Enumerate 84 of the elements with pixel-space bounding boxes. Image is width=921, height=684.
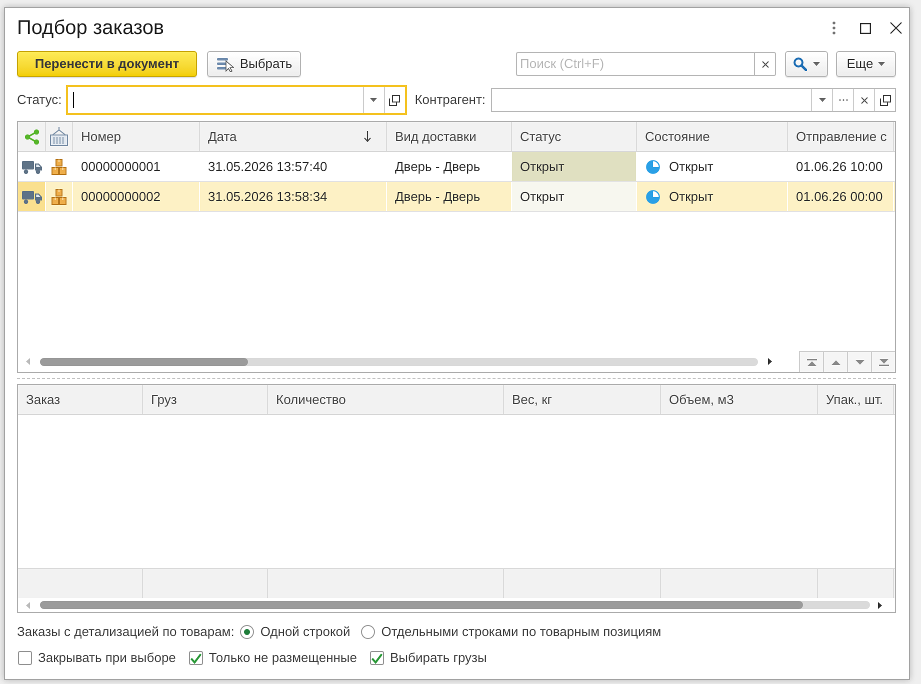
table-cell: Открыт xyxy=(512,152,637,181)
open-window-icon xyxy=(880,94,890,106)
more-button[interactable]: Еще xyxy=(836,51,896,77)
scroll-left-icon[interactable] xyxy=(26,602,30,608)
column-header[interactable]: Вес, кг xyxy=(504,385,661,414)
search-field[interactable]: Поиск (Ctrl+F) xyxy=(516,52,754,76)
column-header[interactable]: Дата xyxy=(200,122,387,151)
table-cell: 00000000001 xyxy=(73,152,200,181)
to-top-icon xyxy=(806,358,816,366)
clear-icon xyxy=(860,96,868,104)
column-header[interactable]: Заказ xyxy=(18,385,143,414)
clear-search-button[interactable] xyxy=(754,52,776,76)
table-row[interactable]: 00000000001 31.05.2026 13:57:40 Дверь - Дверь Открыт Открыт 01.06.26 10:00 xyxy=(18,152,895,182)
scroll-right-icon[interactable] xyxy=(878,602,882,608)
status-field[interactable] xyxy=(66,85,407,115)
caret-down-icon xyxy=(878,62,886,66)
table-cell: 00000000002 xyxy=(73,182,200,211)
share-icon[interactable] xyxy=(24,128,40,144)
scroll-bottom-button[interactable] xyxy=(871,351,895,372)
transfer-to-document-button[interactable]: Перенести в документ xyxy=(17,51,197,77)
scroll-right-icon[interactable] xyxy=(768,358,772,365)
checkbox[interactable] xyxy=(188,651,203,665)
column-header[interactable]: Упак., шт. xyxy=(818,385,894,414)
table-cell-text: Открыт xyxy=(669,188,714,206)
boxes-icon xyxy=(51,188,67,204)
scrollbar-track[interactable] xyxy=(40,358,758,366)
down-icon xyxy=(854,360,864,364)
checkbox-label[interactable]: Выбирать грузы xyxy=(390,648,487,668)
pie-chart-icon xyxy=(646,190,660,204)
list-pointer-icon xyxy=(216,56,234,72)
checkbox-label[interactable]: Закрывать при выборе xyxy=(38,648,176,668)
text-cursor xyxy=(72,92,74,108)
caret-down-icon xyxy=(370,98,378,102)
table-cell: 31.05.2026 13:57:40 xyxy=(200,152,387,181)
up-icon xyxy=(830,360,840,364)
radio-label[interactable]: Одной строкой xyxy=(260,622,350,642)
radio-button[interactable] xyxy=(361,625,376,639)
checkmark-icon xyxy=(371,652,383,664)
hanging-crate-icon[interactable] xyxy=(49,127,69,146)
caret-down-icon xyxy=(818,98,826,102)
select-button[interactable]: Выбрать xyxy=(207,51,301,77)
scroll-down-button[interactable] xyxy=(847,351,871,372)
column-header[interactable]: Номер xyxy=(73,122,200,151)
window-title: Подбор заказов xyxy=(17,16,164,40)
scroll-left-icon[interactable] xyxy=(26,358,30,365)
checkbox-label[interactable]: Только не размещенные xyxy=(208,648,357,668)
radio-label[interactable]: Отдельными строками по товарным позициям xyxy=(381,622,662,642)
to-bottom-icon xyxy=(878,358,888,366)
field-label: Контрагент: xyxy=(414,91,486,110)
column-header[interactable]: Объем, м3 xyxy=(661,385,818,414)
table-cell-text: Открыт xyxy=(669,158,714,176)
column-header[interactable]: Отправление с xyxy=(788,122,894,151)
scroll-top-button[interactable] xyxy=(799,351,823,372)
table-cell: 01.06.26 00:00 xyxy=(788,182,894,211)
radio-button[interactable] xyxy=(240,625,254,639)
column-header[interactable]: Состояние xyxy=(637,122,788,151)
options-label: Заказы с детализацией по товарам: xyxy=(17,623,234,642)
more-options-icon[interactable] xyxy=(832,21,836,35)
search-button[interactable] xyxy=(785,51,828,77)
counterparty-field[interactable] xyxy=(490,88,896,112)
clear-icon xyxy=(762,60,768,68)
table-cell: 31.05.2026 13:58:34 xyxy=(200,182,387,211)
open-window-icon xyxy=(389,94,400,106)
boxes-icon xyxy=(51,158,67,174)
search-icon xyxy=(793,57,807,71)
field-label: Статус: xyxy=(17,91,62,110)
truck-icon xyxy=(22,190,42,204)
column-header[interactable]: Количество xyxy=(268,385,504,414)
checkbox[interactable] xyxy=(370,651,384,665)
column-header[interactable]: Вид доставки xyxy=(387,122,512,151)
checkmark-icon xyxy=(190,652,202,664)
column-header[interactable]: Груз xyxy=(143,385,268,414)
table-cell: Открыт xyxy=(512,182,637,211)
caret-down-icon xyxy=(813,62,820,66)
table-row[interactable]: 00000000002 31.05.2026 13:58:34 Дверь - Дверь Открыт Открыт 01.06.26 00:00 xyxy=(18,182,895,212)
checkbox[interactable] xyxy=(18,651,32,665)
close-icon[interactable] xyxy=(890,22,902,34)
maximize-icon[interactable] xyxy=(860,22,871,34)
pie-chart-icon xyxy=(646,160,660,174)
truck-icon xyxy=(22,160,42,174)
scroll-up-button[interactable] xyxy=(823,351,847,372)
scrollbar-thumb[interactable] xyxy=(40,358,248,366)
table-cell: 01.06.26 10:00 xyxy=(788,152,894,181)
column-header[interactable]: Статус xyxy=(512,122,637,151)
